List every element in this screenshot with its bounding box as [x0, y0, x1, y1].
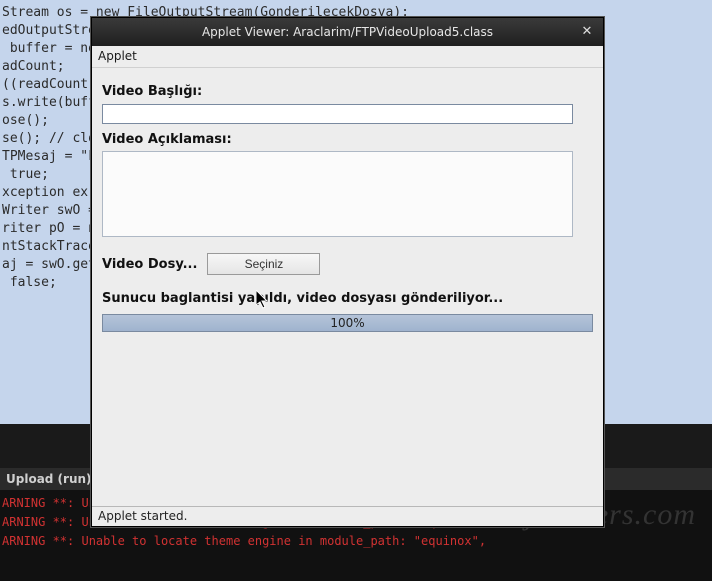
video-desc-textarea[interactable]	[102, 151, 573, 237]
window-titlebar[interactable]: Applet Viewer: Araclarim/FTPVideoUpload5…	[92, 18, 603, 46]
progress-percent-label: 100%	[103, 316, 592, 330]
applet-viewer-window: Applet Viewer: Araclarim/FTPVideoUpload5…	[91, 17, 604, 527]
window-title: Applet Viewer: Araclarim/FTPVideoUpload5…	[202, 25, 493, 39]
upload-status-text: Sunucu baglantisi yapıldı, video dosyası…	[102, 291, 593, 306]
applet-content: Video Başlığı: Video Açıklaması: Video D…	[92, 68, 603, 340]
video-file-label: Video Dosy...	[102, 257, 197, 272]
close-icon[interactable]: ✕	[577, 22, 597, 42]
upload-progress-bar: 100%	[102, 314, 593, 332]
video-desc-label: Video Açıklaması:	[102, 132, 593, 147]
terminal-line: ARNING **: Unable to locate theme engine…	[2, 532, 710, 551]
applet-statusbar: Applet started.	[92, 506, 603, 526]
choose-file-button[interactable]: Seçiniz	[207, 253, 320, 275]
video-title-label: Video Başlığı:	[102, 84, 593, 99]
video-title-input[interactable]	[102, 104, 573, 124]
applet-menu[interactable]: Applet	[92, 46, 603, 68]
